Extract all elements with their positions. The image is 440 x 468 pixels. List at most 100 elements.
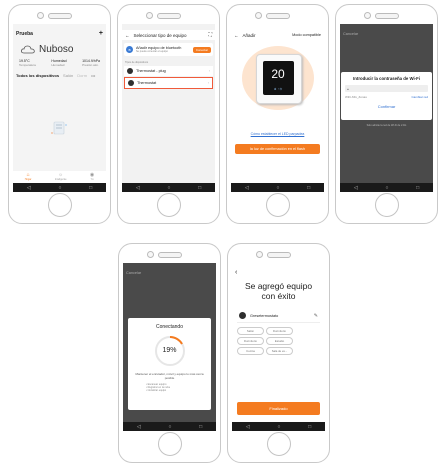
camera [37,12,44,19]
android-navbar: ◁ ○ □ [122,183,215,192]
confirm-flash-button[interactable]: la luz de confirmación en el flash [235,144,320,154]
change-network-link[interactable]: Cambiar red [411,95,428,99]
home-button[interactable] [265,193,290,217]
back-icon[interactable]: ◁ [136,185,140,191]
phone-frame-1: Prueba + Nuboso 19.5°C Temperatura Humed… [8,4,111,224]
page-title: Añadir [242,32,256,38]
device-row: Gresetermostato ✎ [237,309,320,323]
device-icon [239,312,246,319]
led-help-link[interactable]: Cómo establecer el LED parpadea [231,132,324,136]
device-type-item-selected[interactable]: Thermostat › [124,77,213,89]
thermostat-body: 20 ✲ ◔ ⏻ [255,54,302,104]
nav-home[interactable]: ⌂ Hogar [25,173,32,182]
connect-button[interactable]: Conectar [192,46,211,53]
edit-pencil-icon[interactable]: ✎ [314,313,318,319]
more-icon[interactable]: ••• [91,73,95,78]
step-item: • Inicializar equipo [146,389,167,392]
thermostat-display: 20 ✲ ◔ ⏻ [262,61,294,95]
wifi-name: WiFi-MG_Zonas [345,95,367,99]
back-icon[interactable]: ◁ [27,185,31,191]
bluetooth-card[interactable]: ʙ Añadir equipo de bluetooth Se puede co… [124,43,213,56]
display-value: 20 [271,67,285,81]
progress-percent: 19% [162,347,177,354]
stat-label: Humedad [51,63,65,67]
recent-icon[interactable]: □ [416,185,419,191]
home-button[interactable] [156,193,181,217]
tab-bedroom[interactable]: Dorm [77,73,87,78]
home-circle-icon[interactable]: ○ [277,424,280,430]
home-circle-icon[interactable]: ○ [385,185,388,191]
back-icon[interactable]: ◁ [246,424,250,430]
thermostat-icon [127,68,133,74]
recent-icon[interactable]: □ [307,185,310,191]
home-circle-icon[interactable]: ○ [58,185,61,191]
finish-button[interactable]: Finalizado [237,402,320,415]
empty-devices-illustration [49,119,69,137]
confirm-button[interactable]: Confirmar [341,104,432,109]
password-input[interactable]: 🔒︎ [345,85,428,92]
mode-link[interactable]: Modo compatible [292,33,321,37]
home-button[interactable] [47,193,72,217]
room-chip[interactable]: Estudio [266,337,293,345]
room-chip[interactable]: Dormitorio [266,327,293,335]
recent-icon[interactable]: □ [198,185,201,191]
nav-profile[interactable]: ◉ Yo [90,173,94,182]
home-button[interactable] [157,432,182,456]
home-circle-icon[interactable]: ○ [168,424,171,430]
chevron-right-icon: › [208,69,210,73]
home-button[interactable] [374,193,399,217]
back-icon[interactable]: ◁ [354,185,358,191]
section-label: Tipos de dispositivos [125,61,149,64]
step-list: • Escanear equipo • Registrar en la nube… [128,380,211,392]
camera [256,251,263,258]
screen-connecting: Cancelar Conectando 19% Mantener el enru… [123,263,216,431]
add-icon[interactable]: + [99,30,103,37]
device-type-label: Thermostat - plug [136,69,166,73]
weather-label: Nuboso [39,44,74,55]
recent-icon[interactable]: □ [308,424,311,430]
home-circle-icon[interactable]: ○ [167,185,170,191]
phone-frame-3: ← Añadir Modo compatible 20 ✲ ◔ ⏻ Cómo e… [226,4,329,224]
android-navbar: ◁ ○ □ [340,183,433,192]
room-chip[interactable]: Salón [237,327,264,335]
camera [146,12,153,19]
device-type-item[interactable]: Thermostat - plug › [124,66,213,76]
camera [147,251,154,258]
scan-icon[interactable]: ⛶ [208,32,212,38]
cloud-icon [21,45,35,54]
home-circle-icon[interactable]: ○ [276,185,279,191]
tab-living-room[interactable]: Salón [63,73,73,78]
cancel-link[interactable]: Cancelar [123,269,216,277]
room-chip[interactable]: Cocina [237,347,264,355]
home-name[interactable]: Prueba [16,31,33,37]
recent-icon[interactable]: □ [199,424,202,430]
room-chip[interactable]: Dormitorio [237,337,264,345]
device-type-label: Thermostat [137,81,157,85]
nav-profile-label: Yo [90,178,94,181]
room-chip[interactable]: Sala de es... [266,347,293,355]
camera [255,12,262,19]
screen-select-device: ← Seleccionar tipo de equipo ⛶ ʙ Añadir … [122,24,215,192]
success-title: Se agregó equipo con éxito [244,281,313,301]
speaker [47,13,72,19]
speaker [156,13,181,19]
cancel-link[interactable]: Cancelar [340,30,433,38]
header: ← Seleccionar tipo de equipo ⛶ [122,30,215,40]
android-navbar: ◁ ○ □ [13,183,106,192]
home-button[interactable] [266,432,291,456]
thermostat-icon [128,80,134,86]
back-icon[interactable]: ◁ [137,424,141,430]
screen-add-device: ← Añadir Modo compatible 20 ✲ ◔ ⏻ Cómo e… [231,24,324,192]
recent-icon[interactable]: □ [89,185,92,191]
tab-all-devices[interactable]: Todos los dispositivos [16,73,59,78]
nav-smart[interactable]: ☼ Inteligente [55,173,67,182]
phone-frame-5: Cancelar Conectando 19% Mantener el enru… [118,243,221,463]
phone-frame-2: ← Seleccionar tipo de equipo ⛶ ʙ Añadir … [117,4,220,224]
back-chevron-icon[interactable]: ‹ [232,269,325,277]
android-navbar: ◁ ○ □ [123,422,216,431]
back-arrow-icon[interactable]: ← [234,33,239,38]
back-icon[interactable]: ◁ [245,185,249,191]
back-arrow-icon[interactable]: ← [125,33,130,38]
wifi-dialog: Introducir la contraseña de Wi-Fi 🔒︎ WiF… [341,72,432,120]
speaker [374,13,399,19]
